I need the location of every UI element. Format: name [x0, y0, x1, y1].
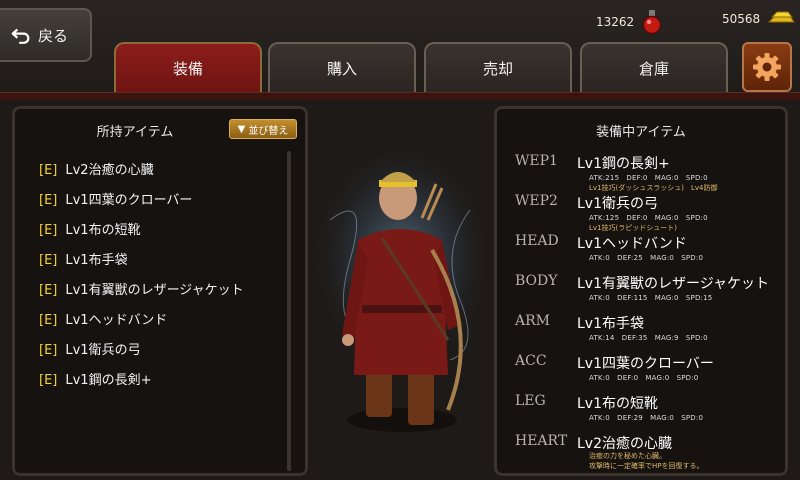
- settings-button[interactable]: [742, 42, 792, 92]
- tab-equip[interactable]: 装備: [114, 42, 262, 92]
- skill-note-wep1: Lv1技巧(ダッシュスラッシュ) Lv4防御: [589, 184, 718, 192]
- inventory-item[interactable]: [E] Lv1鋼の長剣+: [39, 369, 151, 388]
- gold-currency-value: 50568: [722, 12, 761, 26]
- inventory-item[interactable]: [E] Lv2治癒の心臓: [39, 159, 154, 178]
- equipped-item-acc[interactable]: Lv1四葉のクローバー: [577, 353, 714, 373]
- inventory-item[interactable]: [E] Lv1四葉のクローバー: [39, 189, 192, 208]
- stats-acc: ATK:0 DEF:0 MAG:0 SPD:0: [589, 374, 699, 382]
- stats-leg: ATK:0 DEF:29 MAG:0 SPD:0: [589, 414, 704, 422]
- stats-arm: ATK:14 DEF:35 MAG:9 SPD:0: [589, 334, 708, 342]
- slot-label-wep1: WEP1: [515, 153, 558, 169]
- inventory-item[interactable]: [E] Lv1布の短靴: [39, 219, 141, 238]
- equipped-item-body[interactable]: Lv1有翼獣のレザージャケット: [577, 273, 769, 293]
- inventory-title: 所持アイテム: [96, 125, 174, 140]
- back-button[interactable]: 戻る: [0, 8, 92, 62]
- stats-wep2: ATK:125 DEF:0 MAG:0 SPD:0: [589, 214, 708, 222]
- slot-label-leg: LEG: [515, 393, 546, 409]
- skill-note-wep2: Lv1技巧(ラピッドシュート): [589, 224, 677, 232]
- gold-currency: 50568: [722, 8, 796, 30]
- red-currency-value: 13262: [596, 15, 635, 29]
- tab-rail: [0, 92, 800, 100]
- red-currency: 13262: [596, 8, 664, 36]
- inventory-item[interactable]: [E] Lv1ヘッドバンド: [39, 309, 167, 328]
- tab-storage[interactable]: 倉庫: [580, 42, 728, 92]
- slot-label-body: BODY: [515, 273, 558, 289]
- equipped-panel: 装備中アイテム WEP1 Lv1鋼の長剣+ ATK:215 DEF:0 MAG:…: [494, 106, 788, 476]
- sort-label: 並び替え: [248, 125, 289, 137]
- back-label: 戻る: [38, 26, 69, 45]
- character-preview[interactable]: [310, 100, 494, 480]
- dropdown-triangle-icon: ▼: [237, 123, 246, 135]
- stats-body: ATK:0 DEF:115 MAG:0 SPD:15: [589, 294, 713, 302]
- inventory-item[interactable]: [E] Lv1有翼獣のレザージャケット: [39, 279, 244, 298]
- equipped-item-arm[interactable]: Lv1布手袋: [577, 313, 644, 333]
- inventory-panel: 所持アイテム ▼ 並び替え [E] Lv2治癒の心臓 [E] Lv1四葉のクローバー…: [12, 106, 308, 476]
- equipped-item-leg[interactable]: Lv1布の短靴: [577, 393, 658, 413]
- stats-wep1: ATK:215 DEF:0 MAG:0 SPD:0: [589, 174, 708, 182]
- equipped-item-heart[interactable]: Lv2治癒の心臓: [577, 433, 672, 453]
- potion-icon: [642, 10, 662, 35]
- sort-button[interactable]: ▼ 並び替え: [229, 119, 297, 139]
- character-figure: [310, 150, 494, 432]
- tab-sell[interactable]: 売却: [424, 42, 572, 92]
- equipped-item-wep1[interactable]: Lv1鋼の長剣+: [577, 153, 670, 173]
- desc-heart-2: 攻撃時に一定確率でHPを回復する。: [589, 462, 704, 470]
- gold-bars-icon: [767, 11, 796, 23]
- inventory-item[interactable]: [E] Lv1衛兵の弓: [39, 339, 141, 358]
- slot-label-acc: ACC: [515, 353, 547, 369]
- equipped-item-wep2[interactable]: Lv1衛兵の弓: [577, 193, 658, 213]
- equipped-item-head[interactable]: Lv1ヘッドバンド: [577, 233, 687, 253]
- return-arrow-icon: [11, 28, 30, 44]
- stats-head: ATK:0 DEF:25 MAG:0 SPD:0: [589, 254, 704, 262]
- slot-label-arm: ARM: [515, 313, 550, 329]
- equipped-title: 装備中アイテム: [596, 125, 686, 140]
- tab-buy[interactable]: 購入: [268, 42, 416, 92]
- slot-label-wep2: WEP2: [515, 193, 558, 209]
- inventory-scrollbar[interactable]: [287, 151, 291, 471]
- gear-icon: [753, 53, 781, 81]
- desc-heart-1: 治癒の力を秘めた心臓。: [589, 452, 666, 460]
- slot-label-head: HEAD: [515, 233, 559, 249]
- inventory-item[interactable]: [E] Lv1布手袋: [39, 249, 128, 268]
- slot-label-heart: HEART: [515, 433, 568, 449]
